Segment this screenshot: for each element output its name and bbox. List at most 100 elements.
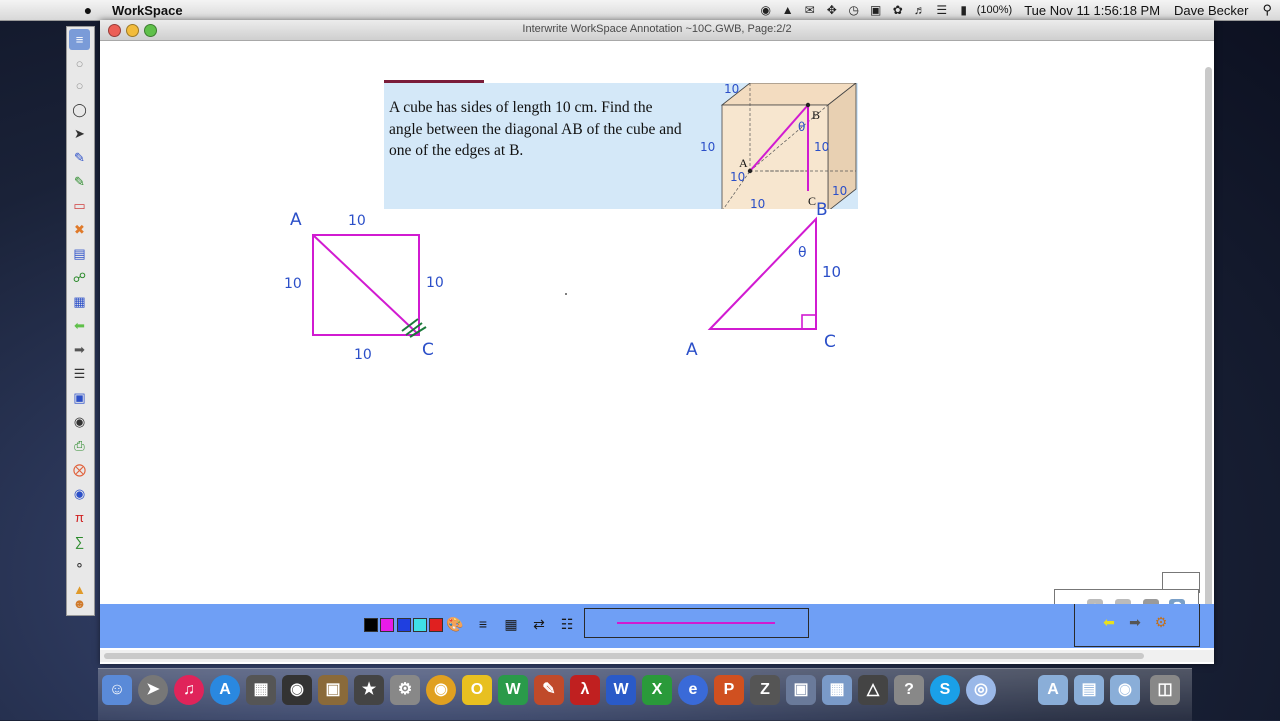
highlighter-icon[interactable]: ✎: [69, 171, 90, 192]
horizontal-scrollbar-thumb[interactable]: [104, 653, 1144, 659]
color-swatch-magenta[interactable]: [380, 618, 394, 632]
imovie-icon[interactable]: ★: [354, 675, 384, 705]
next-page-icon[interactable]: ➡: [69, 339, 90, 360]
window-title: Interwrite WorkSpace Annotation ~10C.GWB…: [522, 23, 792, 35]
system-info-icon[interactable]: ▦: [246, 675, 276, 705]
outlook-icon[interactable]: O: [462, 675, 492, 705]
workspace-status-icon[interactable]: ◉: [755, 3, 777, 17]
color-swatch-black[interactable]: [364, 618, 378, 632]
save-icon[interactable]: ▣: [69, 387, 90, 408]
script-icon[interactable]: ✎: [534, 675, 564, 705]
vertical-scrollbar[interactable]: [1205, 67, 1212, 607]
help-icon[interactable]: ?: [894, 675, 924, 705]
previous-page-icon[interactable]: ⬅: [69, 315, 90, 336]
ink-properties-toolbar: 🎨 ≡ ▦ ⇄ ☷ ⬅ ➡ ⚙: [100, 604, 1214, 648]
apple-menu-icon[interactable]: ●: [80, 2, 96, 18]
excel-icon[interactable]: X: [642, 675, 672, 705]
annotation-toolbar: ≡ ○ ○ ◯ ➤ ✎ ✎ ▭ ✖ ▤ ☍ ▦ ⬅ ➡ ☰ ▣ ◉ ⎙ ⨂ ◉ …: [66, 26, 95, 616]
page-sorter-icon[interactable]: ▦: [69, 291, 90, 312]
line-style-icon[interactable]: ⇄: [530, 615, 548, 633]
facetime-icon[interactable]: ◉: [282, 675, 312, 705]
time-machine-icon[interactable]: ◷: [843, 3, 865, 17]
select-arrow-icon[interactable]: ➤: [69, 123, 90, 144]
browser-icon[interactable]: e: [678, 675, 708, 705]
dock: ☺ ➤ ♫ A ▦ ◉ ▣ ★ ⚙ ◉ O W ✎ λ W X e P Z ▣ …: [98, 668, 1192, 721]
virtualbox-icon[interactable]: ▦: [822, 675, 852, 705]
workspace-window: Interwrite WorkSpace Annotation ~10C.GWB…: [100, 20, 1214, 664]
dash-style-icon[interactable]: ☷: [558, 615, 576, 633]
workspace-icon[interactable]: W: [498, 675, 528, 705]
square-diagonal: [312, 234, 420, 336]
acrobat-icon[interactable]: λ: [570, 675, 600, 705]
recorder-icon[interactable]: ◉: [69, 483, 90, 504]
camera-icon[interactable]: ◉: [69, 411, 90, 432]
line-preview-box[interactable]: [584, 608, 809, 638]
page-nav-box: ⬅ ➡ ⚙: [1074, 604, 1200, 647]
finder-icon[interactable]: ☺: [102, 675, 132, 705]
color-swatch-blue[interactable]: [397, 618, 411, 632]
triangle-label-a: A: [686, 340, 698, 360]
next-page-arrow-icon[interactable]: ➡: [1127, 614, 1143, 630]
key-icon[interactable]: ⚬: [69, 555, 90, 576]
volume-icon[interactable]: ♬: [909, 3, 931, 17]
app-name-menu[interactable]: WorkSpace: [112, 3, 183, 18]
menubar-clock[interactable]: Tue Nov 11 1:56:18 PM: [1024, 3, 1160, 18]
transparency-icon[interactable]: ▦: [502, 615, 520, 633]
wifi-icon[interactable]: ☰: [931, 3, 953, 17]
palette-icon[interactable]: 🎨: [446, 615, 464, 633]
grid-icon[interactable]: ✥: [821, 3, 843, 17]
battery-icon[interactable]: ▮: [953, 3, 975, 17]
window-titlebar[interactable]: Interwrite WorkSpace Annotation ~10C.GWB…: [100, 20, 1214, 41]
square-label-bottom: 10: [354, 347, 372, 363]
color-swatch-red[interactable]: [429, 618, 443, 632]
square-label-right: 10: [426, 275, 444, 291]
bluetooth-icon[interactable]: ✿: [887, 3, 909, 17]
powerpoint-icon[interactable]: P: [714, 675, 744, 705]
print-icon[interactable]: ⎙: [69, 435, 90, 456]
horizontal-scrollbar[interactable]: [100, 650, 1214, 662]
chrome-icon[interactable]: ◉: [426, 675, 456, 705]
previous-page-arrow-icon[interactable]: ⬅: [1101, 614, 1117, 630]
text-tool-icon[interactable]: ☍: [69, 267, 90, 288]
circle-icon[interactable]: ○: [69, 75, 90, 96]
network-icon[interactable]: ◎: [966, 675, 996, 705]
color-swatch-cyan[interactable]: [413, 618, 427, 632]
pen-icon[interactable]: ✎: [69, 147, 90, 168]
word-icon[interactable]: W: [606, 675, 636, 705]
math-icon[interactable]: ∑: [69, 531, 90, 552]
status-area: ◉ ▲ ✉ ✥ ◷ ▣ ✿ ♬ ☰ ▮ (100%) Tue Nov 11 1:…: [755, 0, 1272, 20]
menubar-user[interactable]: Dave Becker: [1174, 3, 1248, 18]
square-label-c: C: [422, 340, 434, 360]
preview-icon[interactable]: ▣: [318, 675, 348, 705]
geometry-icon[interactable]: △: [858, 675, 888, 705]
app-store-icon[interactable]: A: [210, 675, 240, 705]
toolbar-grip-icon[interactable]: ≡: [69, 29, 90, 50]
clear-icon[interactable]: ✖: [69, 219, 90, 240]
line-width-icon[interactable]: ≡: [474, 615, 492, 633]
photos-icon[interactable]: ▣: [786, 675, 816, 705]
new-page-icon[interactable]: ▤: [69, 243, 90, 264]
math-tools-icon[interactable]: π: [69, 507, 90, 528]
mouse-icon[interactable]: ◯: [69, 99, 90, 120]
list-icon[interactable]: ☰: [69, 363, 90, 384]
display-icon[interactable]: ▣: [865, 3, 887, 17]
close-icon[interactable]: ⨂: [69, 459, 90, 480]
triangle-label-theta: θ: [798, 245, 807, 261]
trash-icon[interactable]: ◫: [1150, 675, 1180, 705]
spotlight-search-icon[interactable]: ⚲: [1262, 2, 1272, 18]
tools-icon[interactable]: ⚙: [1153, 614, 1169, 630]
documents-folder-icon[interactable]: ▤: [1074, 675, 1104, 705]
eraser-icon[interactable]: ▭: [69, 195, 90, 216]
itunes-icon[interactable]: ♫: [174, 675, 204, 705]
user-icon[interactable]: ☻: [69, 593, 90, 614]
annotation-canvas[interactable]: A cube has sides of length 10 cm. Find t…: [100, 41, 1214, 625]
circle-icon[interactable]: ○: [69, 53, 90, 74]
launchpad-icon[interactable]: ➤: [138, 675, 168, 705]
drive-icon[interactable]: ▲: [777, 3, 799, 17]
system-preferences-icon[interactable]: ⚙: [390, 675, 420, 705]
applications-folder-icon[interactable]: A: [1038, 675, 1068, 705]
skype-icon[interactable]: S: [930, 675, 960, 705]
downloads-folder-icon[interactable]: ◉: [1110, 675, 1140, 705]
mail-icon[interactable]: ✉: [799, 3, 821, 17]
zip-icon[interactable]: Z: [750, 675, 780, 705]
